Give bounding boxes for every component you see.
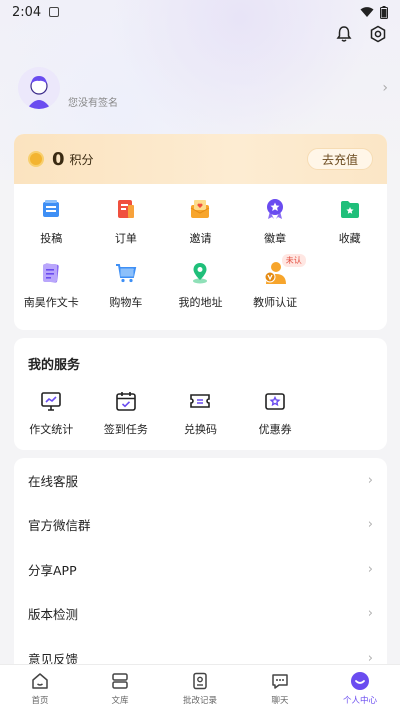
- bottom-tab-bar: 首页 文库 批改记录 聊天 个人中心: [0, 664, 400, 712]
- service-label: 签到任务: [103, 423, 148, 436]
- profile-signature: 您没有签名: [68, 97, 118, 109]
- feature-favorites[interactable]: 收藏: [312, 196, 387, 246]
- tab-label: 文库: [111, 696, 129, 706]
- feature-label: 订单: [114, 232, 137, 245]
- tab-label: 批改记录: [182, 696, 217, 706]
- feature-label: 我的地址: [178, 296, 223, 309]
- battery-icon: [380, 5, 388, 19]
- menu-version-check[interactable]: 版本检测 ›: [14, 592, 387, 637]
- location-pin-icon: [193, 263, 208, 284]
- teacher-cert-badge: 未认: [281, 254, 306, 267]
- menu-share-app[interactable]: 分享APP ›: [14, 547, 387, 592]
- tab-home[interactable]: 首页: [0, 665, 80, 712]
- medal-icon: [267, 199, 284, 219]
- status-bar: 2:04: [0, 0, 400, 24]
- chevron-right-icon[interactable]: ›: [382, 80, 388, 96]
- feature-badges[interactable]: 徽章: [238, 196, 313, 246]
- points-bar: 0 积分 去充值: [14, 134, 387, 184]
- tab-correction-records[interactable]: 批改记录: [160, 665, 240, 712]
- settings-icon[interactable]: [368, 24, 388, 44]
- feature-cart[interactable]: 购物车: [89, 260, 164, 310]
- menu-label: 在线客服: [28, 473, 79, 489]
- menu-label: 分享APP: [28, 562, 77, 578]
- service-checkin[interactable]: 签到任务: [89, 389, 164, 437]
- shopping-cart-icon: [115, 264, 137, 283]
- points-label: 积分: [69, 152, 94, 167]
- service-label: 兑换码: [183, 423, 217, 436]
- menu-label: 版本检测: [28, 607, 79, 623]
- calendar-check-icon: [116, 392, 136, 411]
- chat-icon: [272, 674, 288, 689]
- bell-icon[interactable]: [334, 24, 354, 44]
- essay-card-icon: [43, 263, 60, 283]
- menu-wechat-group[interactable]: 官方微信群 ›: [14, 503, 387, 548]
- home-icon: [32, 673, 48, 689]
- profile-icon: [351, 672, 369, 690]
- service-redeem-code[interactable]: 兑换码: [163, 389, 238, 437]
- menu-label: 官方微信群: [28, 518, 91, 534]
- envelope-icon: [191, 200, 210, 218]
- feature-submit[interactable]: 投稿: [14, 196, 89, 246]
- recharge-button[interactable]: 去充值: [307, 148, 373, 170]
- avatar[interactable]: [18, 67, 60, 109]
- feature-grid: 投稿 订单 邀请 徽章 收藏 南昊作文卡 购物车 我的地址 未认 教师认证: [14, 184, 387, 310]
- menu-online-support[interactable]: 在线客服 ›: [14, 458, 387, 503]
- tab-chat[interactable]: 聊天: [240, 665, 320, 712]
- user-avatar-icon: [18, 67, 60, 109]
- service-label: 优惠券: [258, 423, 292, 436]
- services-title: 我的服务: [28, 358, 81, 373]
- chevron-right-icon: ›: [367, 517, 373, 533]
- order-list-icon: [117, 200, 134, 218]
- correction-record-icon: [193, 672, 207, 690]
- chevron-right-icon: ›: [367, 561, 373, 577]
- folder-star-icon: [340, 201, 359, 218]
- feature-essay-card[interactable]: 南昊作文卡: [14, 260, 89, 310]
- services-card: 我的服务 作文统计 签到任务 兑换码 优惠券: [14, 338, 387, 450]
- profile-section[interactable]: 您没有签名 ›: [18, 66, 388, 110]
- chevron-right-icon: ›: [367, 606, 373, 622]
- chart-monitor-icon: [41, 392, 62, 411]
- feature-label: 徽章: [264, 232, 287, 245]
- feature-label: 购物车: [109, 296, 143, 309]
- tab-label: 个人中心: [342, 696, 377, 706]
- document-stack-icon: [43, 200, 60, 217]
- chevron-right-icon: ›: [367, 472, 373, 488]
- points-card: 0 积分 去充值 投稿 订单 邀请 徽章 收藏 南昊作文卡 购物车 我的地址 未…: [14, 134, 387, 330]
- menu-list: 在线客服 › 官方微信群 › 分享APP › 版本检测 › 意见反馈 ›: [14, 458, 387, 678]
- feature-invite[interactable]: 邀请: [163, 196, 238, 246]
- feature-label: 南昊作文卡: [23, 296, 79, 309]
- status-time: 2:04: [12, 4, 42, 20]
- tab-profile[interactable]: 个人中心: [320, 665, 400, 712]
- coupon-star-icon: [265, 393, 285, 410]
- tab-label: 聊天: [271, 696, 289, 706]
- library-icon: [112, 673, 128, 689]
- tab-library[interactable]: 文库: [80, 665, 160, 712]
- feature-address[interactable]: 我的地址: [163, 260, 238, 310]
- service-coupons[interactable]: 优惠券: [238, 389, 313, 437]
- tab-label: 首页: [31, 696, 49, 706]
- feature-label: 投稿: [40, 232, 63, 245]
- service-label: 作文统计: [29, 423, 74, 436]
- feature-label: 邀请: [189, 232, 212, 245]
- points-value: 0: [52, 148, 65, 170]
- wifi-icon: [360, 7, 374, 17]
- ticket-icon: [190, 394, 211, 408]
- feature-label: 教师认证: [253, 296, 298, 309]
- notification-icon: [49, 7, 60, 17]
- feature-teacher-cert[interactable]: 未认 教师认证: [238, 254, 313, 310]
- services-grid: 作文统计 签到任务 兑换码 优惠券: [14, 373, 387, 437]
- service-essay-stats[interactable]: 作文统计: [14, 389, 89, 437]
- feature-orders[interactable]: 订单: [89, 196, 164, 246]
- coin-icon: [28, 151, 44, 167]
- feature-label: 收藏: [338, 232, 361, 245]
